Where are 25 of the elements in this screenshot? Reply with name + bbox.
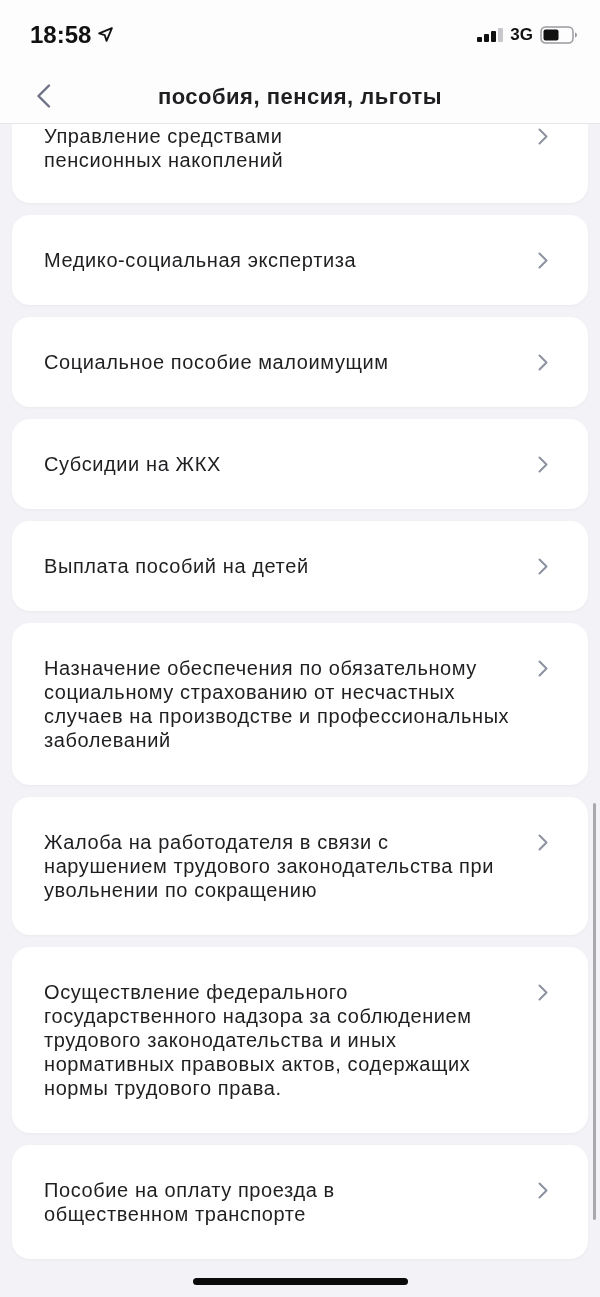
chevron-right-icon [538,558,548,575]
service-item[interactable]: Субсидии на ЖКХ [12,419,588,509]
chevron-right-icon [538,456,548,473]
location-arrow-icon [97,26,115,44]
chevron-right-icon [538,660,548,677]
chevron-right-icon [538,252,548,269]
service-item[interactable]: Выплата пособий на детей [12,521,588,611]
signal-icon [477,27,504,42]
chevron-right-icon [538,1182,548,1199]
chevron-right-icon [538,354,548,371]
service-item[interactable]: Управление средствами пенсионных накоплений [12,124,588,203]
chevron-right-icon [538,834,548,851]
chevron-right-icon [538,128,548,145]
status-time: 18:58 [30,19,92,50]
battery-icon [540,25,578,44]
chevron-right-icon [538,984,548,1001]
service-item[interactable]: Жалоба на работодателя в связи с нарушением трудового законодательства при увольнении по сокращению [12,797,588,935]
service-item[interactable]: Осуществление федерального государственного надзора за соблюдением трудового законодательства и иных нормативных правовых актов, содержащих нормы трудового права. [12,947,588,1133]
back-chevron-icon [35,84,51,109]
page-title: пособия, пенсия, льготы [157,82,443,111]
service-item[interactable]: Назначение обеспечения по обязательному социальному страхованию от несчастных случаев на производстве и профессиональных заболеваний [12,623,588,785]
service-item[interactable]: Медико-социальная экспертиза [12,215,588,305]
network-label: 3G [510,23,533,46]
service-item[interactable]: Социальное пособие малоимущим [12,317,588,407]
service-item[interactable]: Пособие на оплату проезда в общественном транспорте [12,1145,588,1259]
